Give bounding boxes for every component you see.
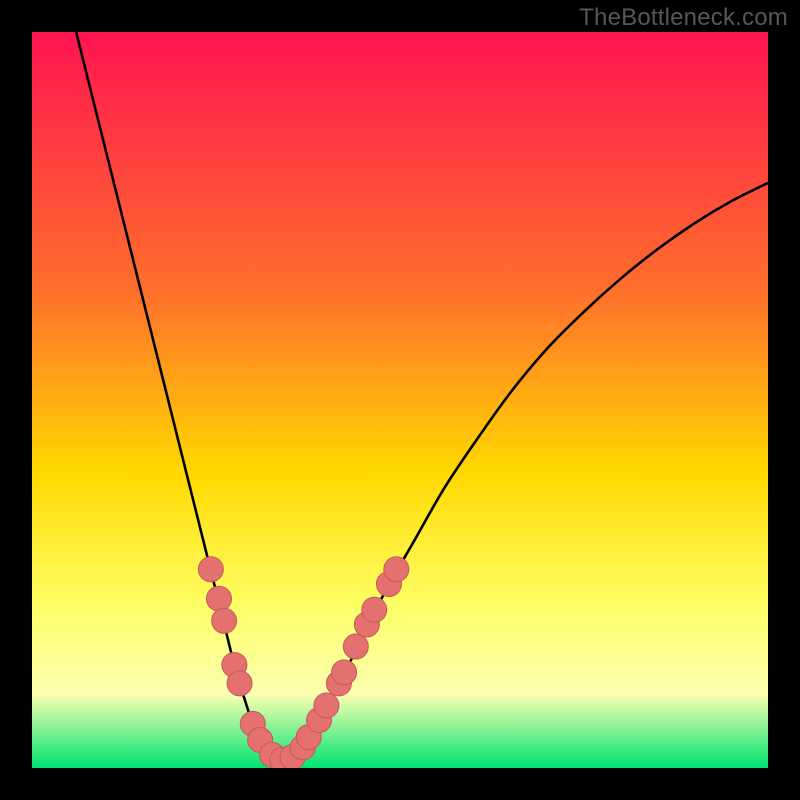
data-marker	[384, 557, 409, 582]
data-marker	[332, 660, 357, 685]
data-marker	[206, 586, 231, 611]
data-marker	[212, 608, 237, 633]
data-marker	[227, 671, 252, 696]
watermark-text: TheBottleneck.com	[579, 4, 788, 32]
bottleneck-chart	[0, 0, 800, 800]
chart-frame: { "watermark": "TheBottleneck.com", "col…	[0, 0, 800, 800]
data-marker	[314, 693, 339, 718]
data-marker	[343, 634, 368, 659]
data-marker	[198, 557, 223, 582]
data-marker	[362, 597, 387, 622]
plot-background	[32, 32, 768, 768]
